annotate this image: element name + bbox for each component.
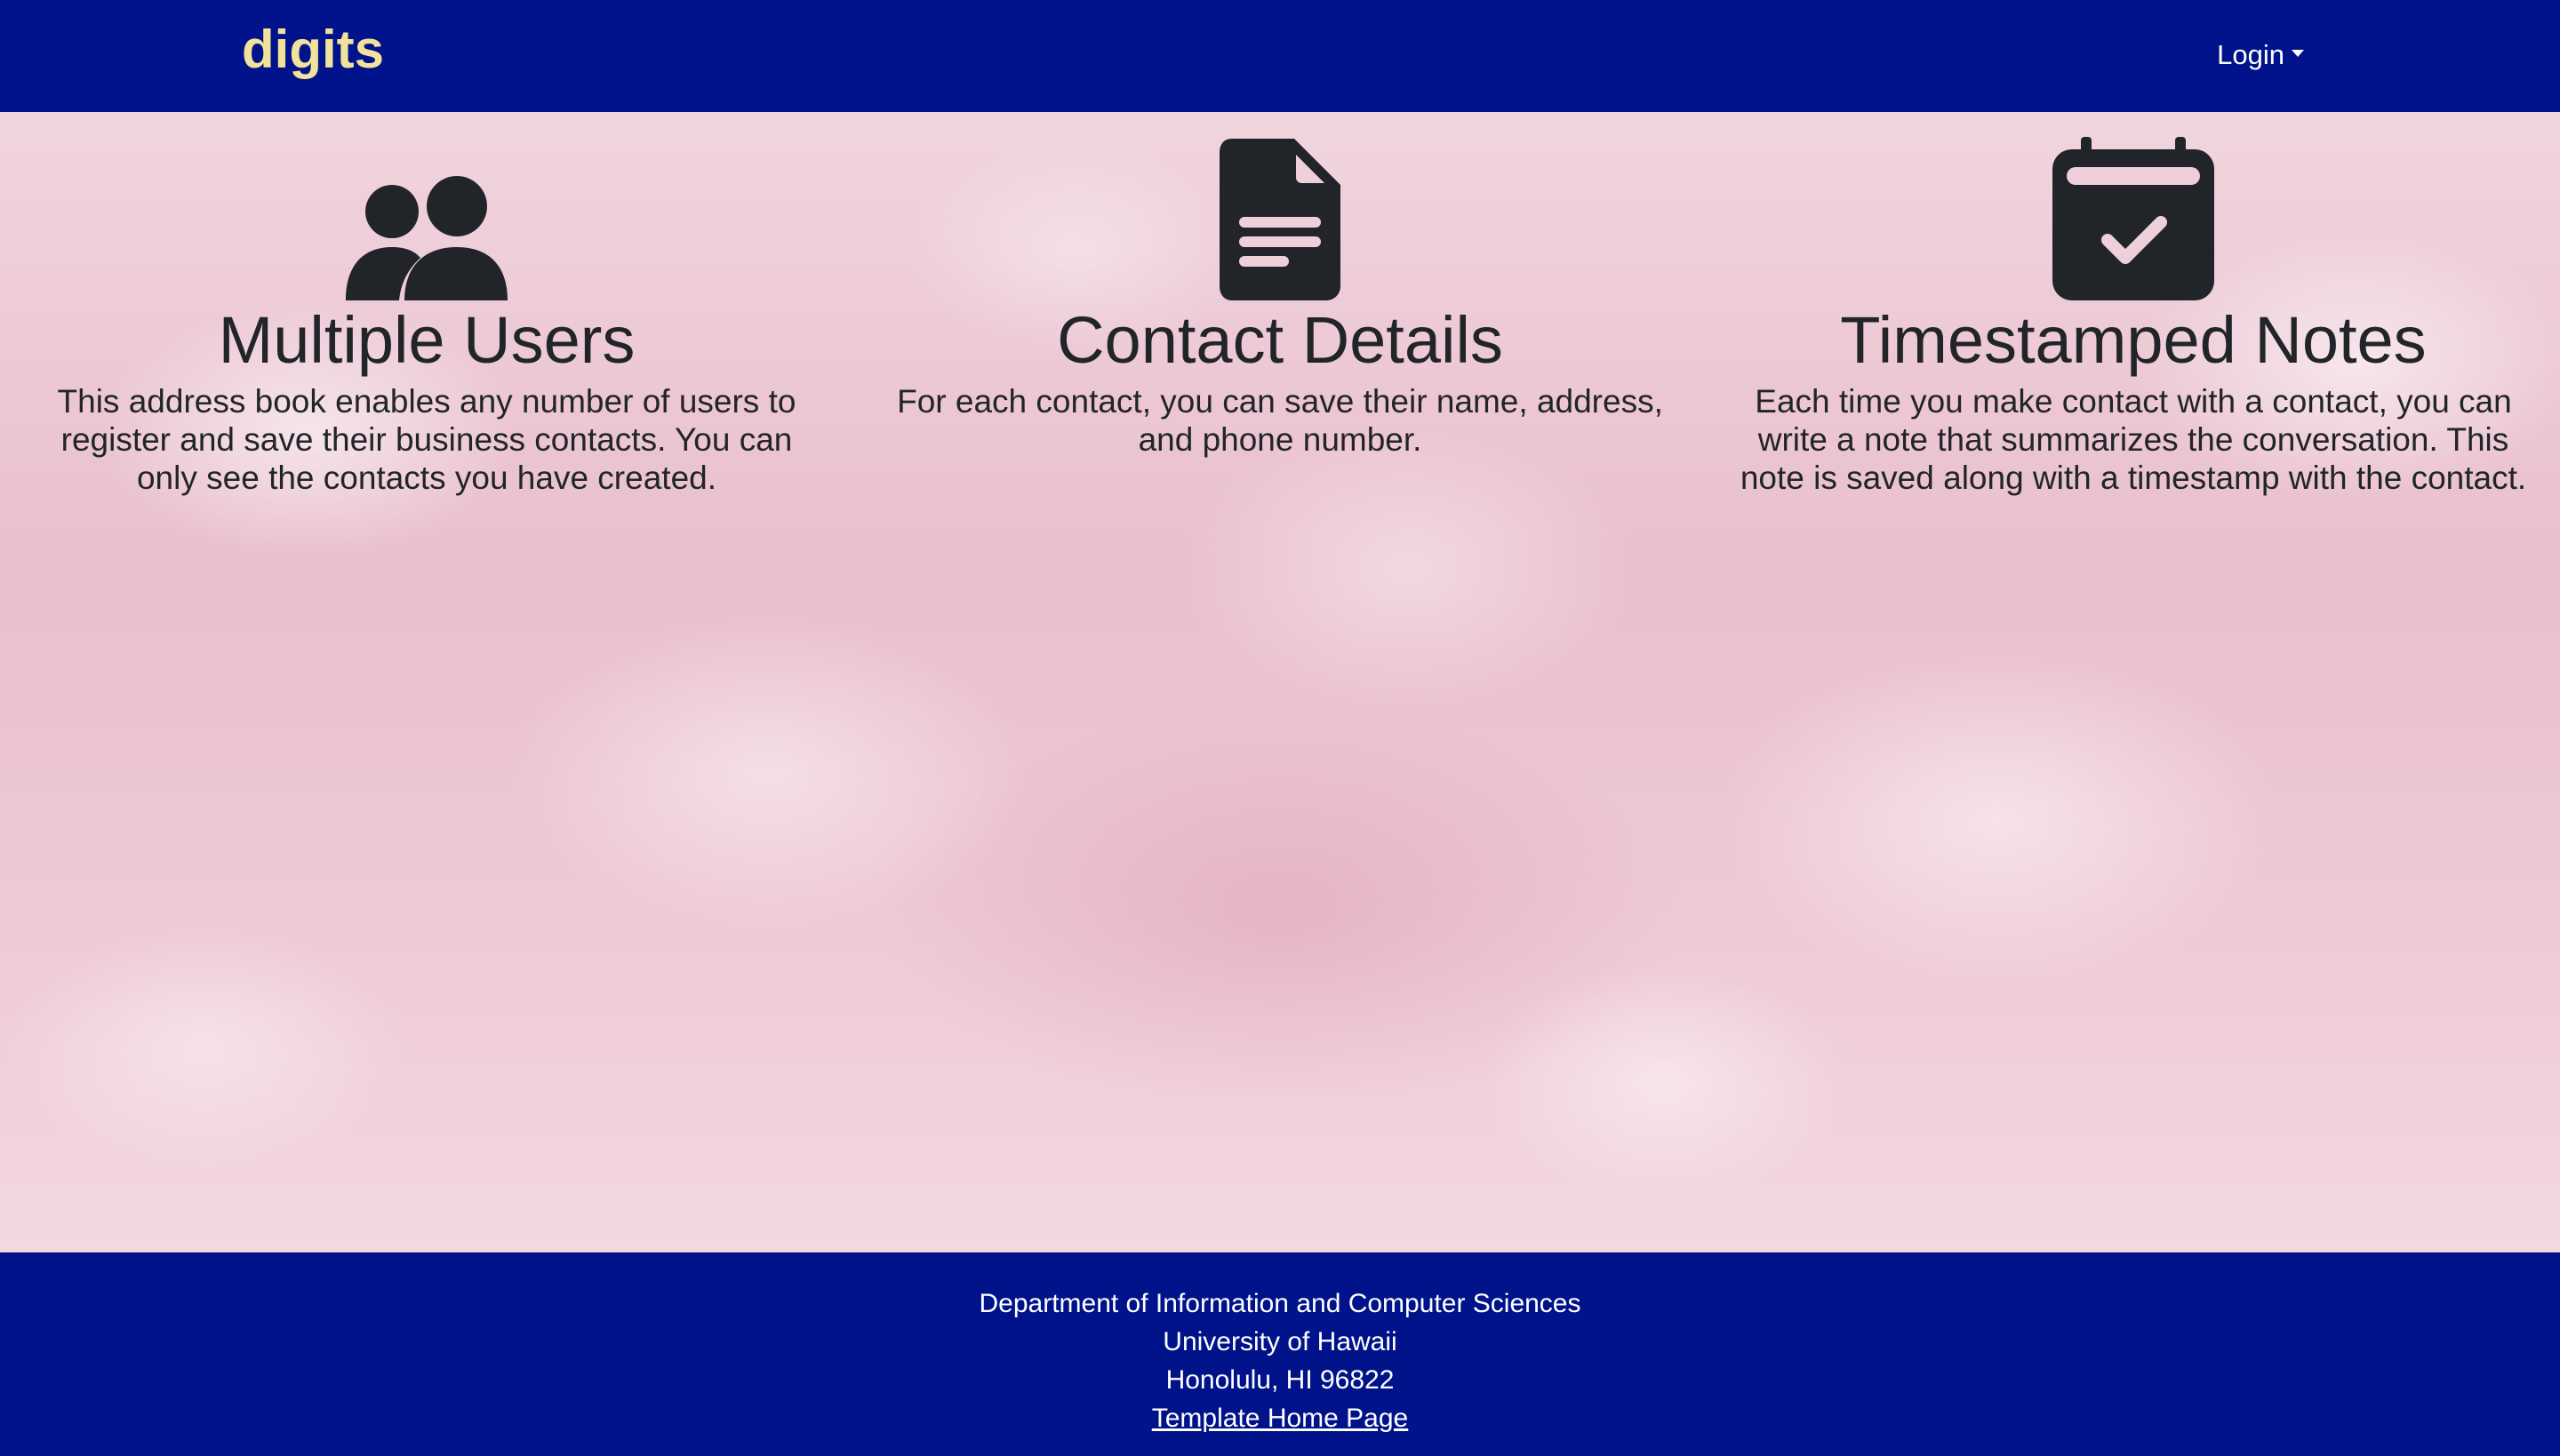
- users-icon: [27, 135, 827, 300]
- features-row: Multiple Users This address book enables…: [0, 112, 2560, 497]
- feature-title: Multiple Users: [218, 303, 636, 377]
- template-home-link[interactable]: Template Home Page: [1152, 1404, 1409, 1433]
- footer-department: Department of Information and Computer S…: [979, 1289, 1581, 1318]
- file-icon: [880, 135, 1680, 300]
- footer: Department of Information and Computer S…: [0, 1252, 2560, 1456]
- feature-timestamped-notes: Timestamped Notes Each time you make con…: [1707, 112, 2560, 497]
- caret-down-icon: [2292, 50, 2304, 57]
- calendar-check-icon: [1733, 135, 2533, 300]
- feature-text: Each time you make contact with a contac…: [1740, 383, 2527, 496]
- feature-multiple-users: Multiple Users This address book enables…: [0, 112, 853, 497]
- feature-text: This address book enables any number of …: [57, 383, 796, 496]
- login-dropdown[interactable]: Login: [2217, 34, 2304, 76]
- feature-contact-details: Contact Details For each contact, you ca…: [853, 112, 1707, 497]
- navbar: digits Login: [0, 0, 2560, 112]
- feature-title: Contact Details: [1057, 303, 1503, 377]
- footer-university: University of Hawaii: [1163, 1327, 1397, 1356]
- footer-address: Honolulu, HI 96822: [1165, 1365, 1395, 1395]
- feature-title: Timestamped Notes: [1840, 303, 2427, 377]
- brand-logo[interactable]: digits: [242, 18, 384, 82]
- login-label: Login: [2217, 39, 2284, 70]
- feature-text: For each contact, you can save their nam…: [897, 383, 1663, 458]
